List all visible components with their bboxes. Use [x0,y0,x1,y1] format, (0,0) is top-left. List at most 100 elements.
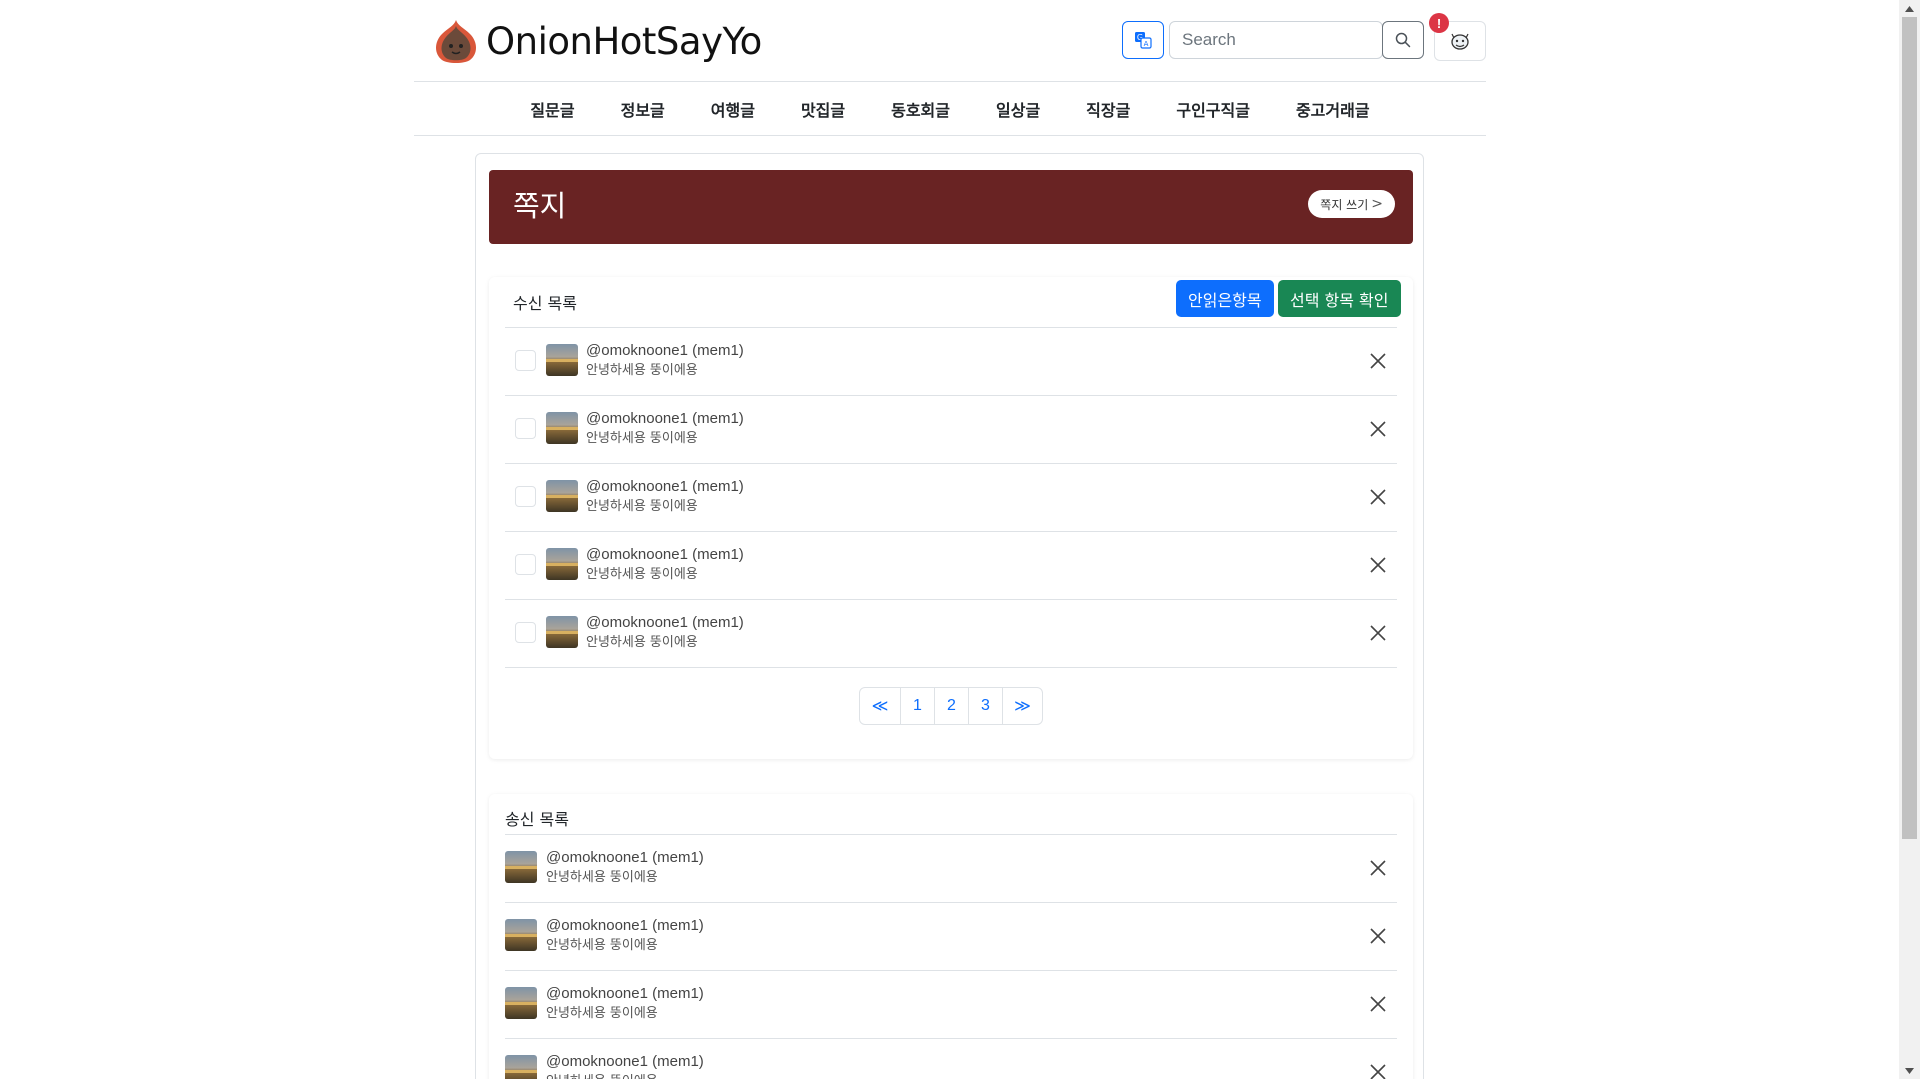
select-checkbox[interactable] [515,622,536,643]
received-item[interactable]: @omoknoone1 (mem1) 안녕하세용 뚱이에용 [505,532,1397,600]
recipient-name: @omoknoone1 (mem1) [546,849,704,866]
avatar [505,1055,537,1079]
recipient-name: @omoknoone1 (mem1) [546,917,704,934]
message-preview: 안녕하세용 뚱이에용 [546,1006,658,1021]
sent-title: 송신 목록 [505,810,569,829]
site-name: OnionHotSayYo [486,19,762,63]
unread-filter-button[interactable]: 안읽은항목 [1176,280,1274,317]
message-panel: 쪽지 쪽지 쓰기 > 수신 목록 안읽은항목 선택 항목 확인 @omoknoo… [475,153,1424,1079]
prev-page-button[interactable]: ≪ [860,688,900,724]
page-3-button[interactable]: 3 [968,688,1002,724]
delete-button[interactable] [1363,346,1393,376]
page-2-button[interactable]: 2 [934,688,968,724]
message-preview: 안녕하세용 뚱이에용 [586,431,698,446]
sender-name: @omoknoone1 (mem1) [586,478,744,495]
sent-list: @omoknoone1 (mem1) 안녕하세용 뚱이에용 @omoknoone… [505,834,1397,1079]
close-icon [1370,421,1386,437]
avatar [546,480,578,512]
received-section: 수신 목록 안읽은항목 선택 항목 확인 @omoknoone1 (mem1) … [489,277,1413,759]
sent-section: 송신 목록 @omoknoone1 (mem1) 안녕하세용 뚱이에용 @omo… [489,794,1413,1079]
recipient-name: @omoknoone1 (mem1) [546,1053,704,1070]
message-preview: 안녕하세용 뚱이에용 [586,567,698,582]
sent-item[interactable]: @omoknoone1 (mem1) 안녕하세용 뚱이에용 [505,971,1397,1039]
scroll-up-arrow-icon[interactable] [1899,0,1920,17]
nav-item-club[interactable]: 동호회글 [868,97,973,121]
search-button[interactable] [1382,21,1424,59]
nav-item-market[interactable]: 중고거래글 [1273,97,1393,121]
select-checkbox[interactable] [515,486,536,507]
received-item[interactable]: @omoknoone1 (mem1) 안녕하세용 뚱이에용 [505,396,1397,464]
user-avatar-icon [1451,33,1469,50]
nav-item-question[interactable]: 질문글 [507,97,597,121]
avatar [546,344,578,376]
nav-item-info[interactable]: 정보글 [598,97,688,121]
sender-name: @omoknoone1 (mem1) [586,342,744,359]
avatar [505,987,537,1019]
select-checkbox[interactable] [515,350,536,371]
delete-button[interactable] [1363,482,1393,512]
received-item[interactable]: @omoknoone1 (mem1) 안녕하세용 뚱이에용 [505,464,1397,532]
site-logo[interactable]: OnionHotSayYo [430,16,762,66]
delete-button[interactable] [1363,618,1393,648]
svg-text:A: A [1144,40,1149,48]
received-item[interactable]: @omoknoone1 (mem1) 안녕하세용 뚱이에용 [505,328,1397,396]
delete-button[interactable] [1363,853,1393,883]
page-scrollbar[interactable] [1899,0,1920,1079]
received-item[interactable]: @omoknoone1 (mem1) 안녕하세용 뚱이에용 [505,600,1397,668]
delete-button[interactable] [1363,550,1393,580]
sent-item[interactable]: @omoknoone1 (mem1) 안녕하세용 뚱이에용 [505,835,1397,903]
message-preview: 안녕하세용 뚱이에용 [546,1070,658,1079]
search-input[interactable] [1169,21,1383,59]
nav-item-work[interactable]: 직장글 [1063,97,1153,121]
nav-item-jobs[interactable]: 구인구직글 [1153,97,1273,121]
sent-item[interactable]: @omoknoone1 (mem1) 안녕하세용 뚱이에용 [505,903,1397,971]
onion-logo-icon [436,20,476,63]
nav-item-restaurant[interactable]: 맛집글 [778,97,868,121]
avatar [546,548,578,580]
close-icon [1370,996,1386,1012]
message-preview: 안녕하세용 뚱이에용 [546,938,658,953]
delete-button[interactable] [1363,1057,1393,1079]
translate-button[interactable]: G A [1122,21,1164,59]
recipient-name: @omoknoone1 (mem1) [546,985,704,1002]
write-message-button[interactable]: 쪽지 쓰기 > [1308,190,1395,218]
message-banner: 쪽지 쪽지 쓰기 > [489,170,1413,244]
avatar [505,919,537,951]
delete-button[interactable] [1363,989,1393,1019]
page-1-button[interactable]: 1 [900,688,934,724]
select-checkbox[interactable] [515,554,536,575]
close-icon [1370,557,1386,573]
search-icon [1395,32,1411,48]
confirm-selected-button[interactable]: 선택 항목 확인 [1278,280,1401,317]
sent-item[interactable]: @omoknoone1 (mem1) 안녕하세용 뚱이에용 [505,1039,1397,1079]
received-title: 수신 목록 [513,294,577,313]
message-preview: 안녕하세용 뚱이에용 [586,363,698,378]
sender-name: @omoknoone1 (mem1) [586,614,744,631]
write-message-label: 쪽지 쓰기 [1320,197,1369,212]
delete-button[interactable] [1363,921,1393,951]
next-page-button[interactable]: ≫ [1002,688,1042,724]
notification-badge[interactable]: ! [1429,13,1449,33]
close-icon [1370,860,1386,876]
scroll-down-arrow-icon[interactable] [1899,1062,1920,1079]
site-header: OnionHotSayYo G A ! [414,0,1486,82]
message-preview: 안녕하세용 뚱이에용 [546,870,658,885]
close-icon [1370,1064,1386,1079]
pagination: ≪ 1 2 3 ≫ [859,687,1043,725]
close-icon [1370,489,1386,505]
avatar [546,412,578,444]
message-preview: 안녕하세용 뚱이에용 [586,499,698,514]
close-icon [1370,353,1386,369]
nav-item-daily[interactable]: 일상글 [973,97,1063,121]
delete-button[interactable] [1363,414,1393,444]
close-icon [1370,928,1386,944]
message-preview: 안녕하세용 뚱이에용 [586,635,698,650]
sender-name: @omoknoone1 (mem1) [586,410,744,427]
translate-icon: G A [1135,32,1152,49]
page-title: 쪽지 [513,189,567,223]
select-checkbox[interactable] [515,418,536,439]
close-icon [1370,625,1386,641]
avatar [505,851,537,883]
nav-item-travel[interactable]: 여행글 [688,97,778,121]
scrollbar-thumb[interactable] [1902,17,1917,839]
